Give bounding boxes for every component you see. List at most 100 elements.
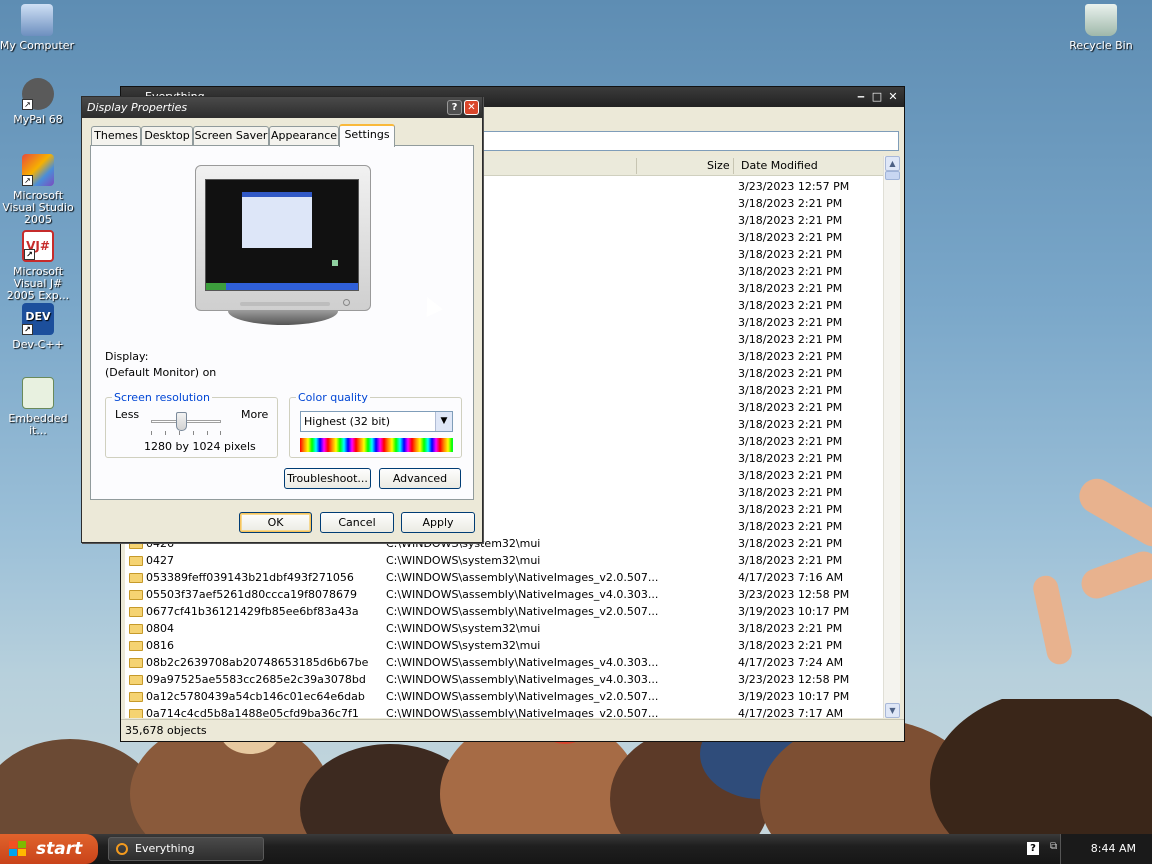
cell-path: C:\WINDOWS\assembly\NativeImages_v2.0.50…	[386, 605, 659, 618]
cell-date-modified: 4/17/2023 7:17 AM	[738, 707, 844, 718]
cell-date-modified: 3/23/2023 12:58 PM	[738, 588, 850, 601]
cell-path: C:\WINDOWS\assembly\NativeImages_v4.0.30…	[386, 588, 659, 601]
advanced-button[interactable]: Advanced	[379, 468, 461, 489]
devcpp-icon: DEV ↗	[22, 303, 54, 335]
folder-icon	[129, 624, 143, 634]
cell-date-modified: 3/18/2023 2:21 PM	[738, 333, 843, 346]
folder-icon	[129, 692, 143, 702]
ok-button[interactable]: OK	[239, 512, 312, 533]
resolution-more-label: More	[241, 408, 269, 421]
table-row[interactable]: 09a97525ae5583cc2685e2c39a3078bd C:\WINDO…	[125, 671, 886, 688]
results-vertical-scrollbar[interactable]: ▲ ▼	[883, 156, 900, 718]
desktop-icon-label: Microsoft Visual J# 2005 Exp...	[6, 265, 70, 302]
scroll-down-icon[interactable]: ▼	[885, 703, 900, 718]
cell-path: C:\WINDOWS\system32\mui	[386, 622, 541, 635]
display-properties-dialog[interactable]: Display Properties ? ✕ Themes Desktop Sc…	[81, 96, 483, 543]
color-quality-value: Highest (32 bit)	[304, 415, 391, 428]
tab-desktop[interactable]: Desktop	[141, 126, 193, 146]
cell-name: 053389feff039143b21dbf493f271056	[146, 571, 354, 584]
cell-date-modified: 3/23/2023 12:57 PM	[738, 180, 850, 193]
cell-path: C:\WINDOWS\assembly\NativeImages_v4.0.30…	[386, 673, 659, 686]
table-row[interactable]: 05503f37aef5261d80ccca19f8078679 C:\WINDO…	[125, 586, 886, 603]
cell-name: 0a12c5780439a54cb146c01ec64e6dab	[146, 690, 365, 703]
table-row[interactable]: 0816 C:\WINDOWS\system32\mui 3/18/2023 2:2…	[125, 637, 886, 654]
cell-date-modified: 3/18/2023 2:21 PM	[738, 469, 843, 482]
wallpaper-hand	[1072, 472, 1152, 553]
table-row[interactable]: 0a12c5780439a54cb146c01ec64e6dab C:\WINDO…	[125, 688, 886, 705]
tab-screen-saver[interactable]: Screen Saver	[193, 126, 269, 146]
troubleshoot-button[interactable]: Troubleshoot...	[284, 468, 371, 489]
cell-date-modified: 3/18/2023 2:21 PM	[738, 554, 843, 567]
screen-resolution-group: Screen resolution Less More 1280 by 1024…	[105, 391, 278, 458]
screen-resolution-title: Screen resolution	[112, 391, 212, 404]
help-tray-icon[interactable]: ?	[1027, 842, 1039, 855]
cell-name: 0a714c4cd5b8a1488e05cfd9ba36c7f1	[146, 707, 359, 718]
apply-button[interactable]: Apply	[401, 512, 475, 533]
scroll-thumb[interactable]	[885, 171, 900, 180]
preview-recycle-icon	[332, 260, 338, 266]
dialog-title-bar[interactable]: Display Properties ? ✕	[82, 97, 482, 118]
start-button[interactable]: start	[0, 834, 98, 864]
monitor-preview	[195, 165, 371, 311]
resolution-ticks	[151, 431, 221, 435]
desktop-icon-recycle-bin[interactable]: Recycle Bin	[1061, 4, 1141, 52]
cell-date-modified: 3/18/2023 2:21 PM	[738, 639, 843, 652]
table-row[interactable]: 0a714c4cd5b8a1488e05cfd9ba36c7f1 C:\WINDO…	[125, 705, 886, 718]
column-size[interactable]: Size	[707, 159, 730, 172]
cell-name: 08b2c2639708ab20748653185d6b67be	[146, 656, 369, 669]
cell-path: C:\WINDOWS\assembly\NativeImages_v2.0.50…	[386, 690, 659, 703]
help-icon[interactable]: ?	[447, 100, 462, 115]
color-quality-group: Color quality Highest (32 bit) ▼	[289, 391, 462, 458]
table-row[interactable]: 08b2c2639708ab20748653185d6b67be C:\WINDO…	[125, 654, 886, 671]
column-date-modified[interactable]: Date Modified	[741, 159, 818, 172]
desktop-icon-label: MyPal 68	[13, 113, 63, 126]
desktop-icon-visual-jsharp[interactable]: VJ# ↗ Microsoft Visual J# 2005 Exp...	[0, 230, 78, 302]
cell-name: 05503f37aef5261d80ccca19f8078679	[146, 588, 357, 601]
color-quality-select[interactable]: Highest (32 bit) ▼	[300, 411, 453, 432]
wallpaper-hand	[1030, 573, 1075, 667]
table-row[interactable]: 0427 C:\WINDOWS\system32\mui 3/18/2023 2:2…	[125, 552, 886, 569]
desktop-icon-devcpp[interactable]: DEV ↗ Dev-C++	[0, 303, 78, 351]
desktop-icon-label: Embedded it...	[8, 412, 68, 437]
settings-panel: Display: (Default Monitor) on Screen res…	[90, 145, 474, 500]
folder-icon	[129, 590, 143, 600]
display-value: (Default Monitor) on	[105, 366, 217, 379]
minimize-icon[interactable]: ‒	[854, 90, 868, 104]
cell-name: 0804	[146, 622, 174, 635]
folder-icon	[129, 641, 143, 651]
folder-icon	[129, 675, 143, 685]
folder-icon	[129, 573, 143, 583]
cell-date-modified: 3/18/2023 2:21 PM	[738, 248, 843, 261]
tab-themes[interactable]: Themes	[91, 126, 141, 146]
chevron-down-icon[interactable]: ▼	[435, 412, 452, 431]
scroll-up-icon[interactable]: ▲	[885, 156, 900, 171]
close-icon[interactable]: ✕	[886, 90, 900, 104]
everything-search-input[interactable]	[481, 131, 899, 151]
resolution-slider-thumb[interactable]	[176, 412, 187, 431]
close-icon[interactable]: ✕	[464, 100, 479, 115]
cell-name: 0427	[146, 554, 174, 567]
taskbar-button-everything[interactable]: Everything	[108, 837, 264, 861]
cancel-button[interactable]: Cancel	[320, 512, 394, 533]
tab-appearance[interactable]: Appearance	[269, 126, 339, 146]
my-computer-icon	[21, 4, 53, 36]
cell-date-modified: 4/17/2023 7:16 AM	[738, 571, 844, 584]
tab-settings[interactable]: Settings	[339, 124, 395, 147]
desktop-icon-label: Dev-C++	[12, 338, 64, 351]
desktop-icon-mypal[interactable]: ↗ MyPal 68	[0, 78, 78, 126]
desktop-icon-embedded[interactable]: Embedded it...	[0, 377, 78, 437]
folder-icon	[129, 556, 143, 566]
monitor-stand	[228, 311, 338, 325]
table-row[interactable]: 053389feff039143b21dbf493f271056 C:\WINDO…	[125, 569, 886, 586]
table-row[interactable]: 0677cf41b36121429fb85ee6bf83a43a C:\WINDO…	[125, 603, 886, 620]
cell-path: C:\WINDOWS\assembly\NativeImages_v2.0.50…	[386, 707, 659, 718]
table-row[interactable]: 0804 C:\WINDOWS\system32\mui 3/18/2023 2:2…	[125, 620, 886, 637]
maximize-icon[interactable]: □	[870, 90, 884, 104]
clock[interactable]: 8:44 AM	[1091, 842, 1136, 855]
resolution-less-label: Less	[115, 408, 140, 421]
desktop-icon-my-computer[interactable]: My Computer	[0, 4, 77, 52]
cell-date-modified: 3/18/2023 2:21 PM	[738, 486, 843, 499]
folder-icon	[129, 709, 143, 718]
desktop-icon-visual-studio[interactable]: ↗ Microsoft Visual Studio 2005	[0, 154, 78, 226]
cell-path: C:\WINDOWS\system32\mui	[386, 554, 541, 567]
